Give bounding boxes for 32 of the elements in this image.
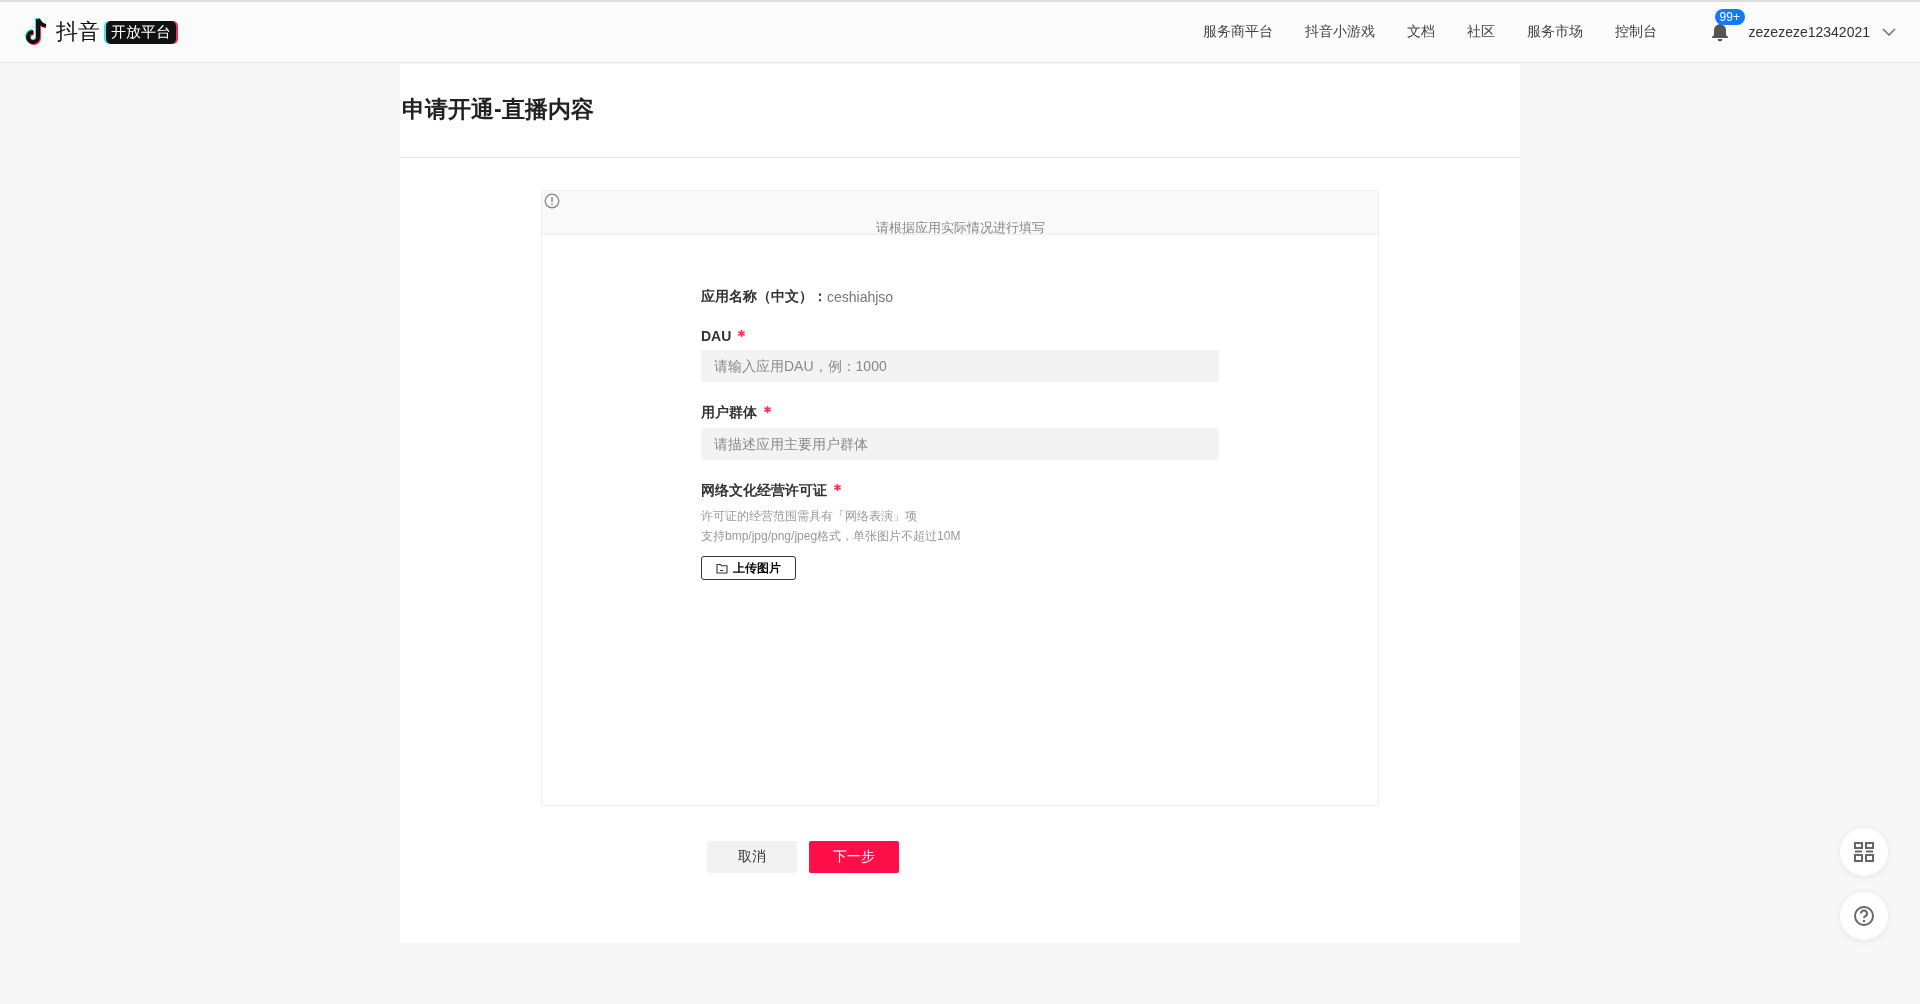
- help-button[interactable]: [1840, 892, 1888, 940]
- notification-badge: 99+: [1714, 9, 1745, 25]
- field-label: DAU: [701, 328, 732, 344]
- next-button[interactable]: 下一步: [809, 841, 899, 873]
- field-value: ceshiahjso: [827, 289, 894, 305]
- qr-code-icon: [1853, 841, 1875, 863]
- hint-text: 支持bmp/jpg/png/jpeg格式，单张图片不超过10M: [701, 528, 962, 545]
- nav-link[interactable]: 控制台: [1614, 23, 1657, 41]
- username[interactable]: zezezeze12342021: [1748, 24, 1870, 40]
- nav-link[interactable]: 社区: [1466, 23, 1495, 41]
- notice-text: 请根据应用实际情况进行填写: [875, 219, 1045, 237]
- info-icon: [544, 193, 560, 209]
- input-field[interactable]: 请输入应用DAU，例：1000: [701, 350, 1219, 382]
- field-label: 网络文化经营许可证: [701, 482, 827, 500]
- folder-icon: [716, 562, 728, 574]
- nav-link[interactable]: 文档: [1406, 23, 1435, 41]
- cancel-button[interactable]: 取消: [707, 841, 797, 873]
- logo-badge: 开放平台: [106, 20, 176, 44]
- field-label: 用户群体: [701, 404, 757, 422]
- hint-text: 许可证的经营范围需具有「网络表演」项: [701, 508, 918, 525]
- field-label: 应用名称（中文）：: [701, 288, 827, 306]
- logo-text: 抖音: [56, 18, 100, 46]
- help-icon: [1853, 905, 1875, 927]
- bell-icon[interactable]: [1710, 22, 1729, 42]
- chevron-down-icon[interactable]: [1882, 28, 1896, 36]
- page-title: 申请开通-直播内容: [400, 64, 1520, 158]
- upload-button[interactable]: 上传图片: [701, 556, 796, 580]
- nav-link[interactable]: 服务商平台: [1202, 23, 1273, 41]
- nav-link[interactable]: 抖音小游戏: [1304, 23, 1375, 41]
- nav-link[interactable]: 服务市场: [1526, 23, 1583, 41]
- input-field[interactable]: 请描述应用主要用户群体: [701, 428, 1219, 460]
- qr-code-button[interactable]: [1840, 828, 1888, 876]
